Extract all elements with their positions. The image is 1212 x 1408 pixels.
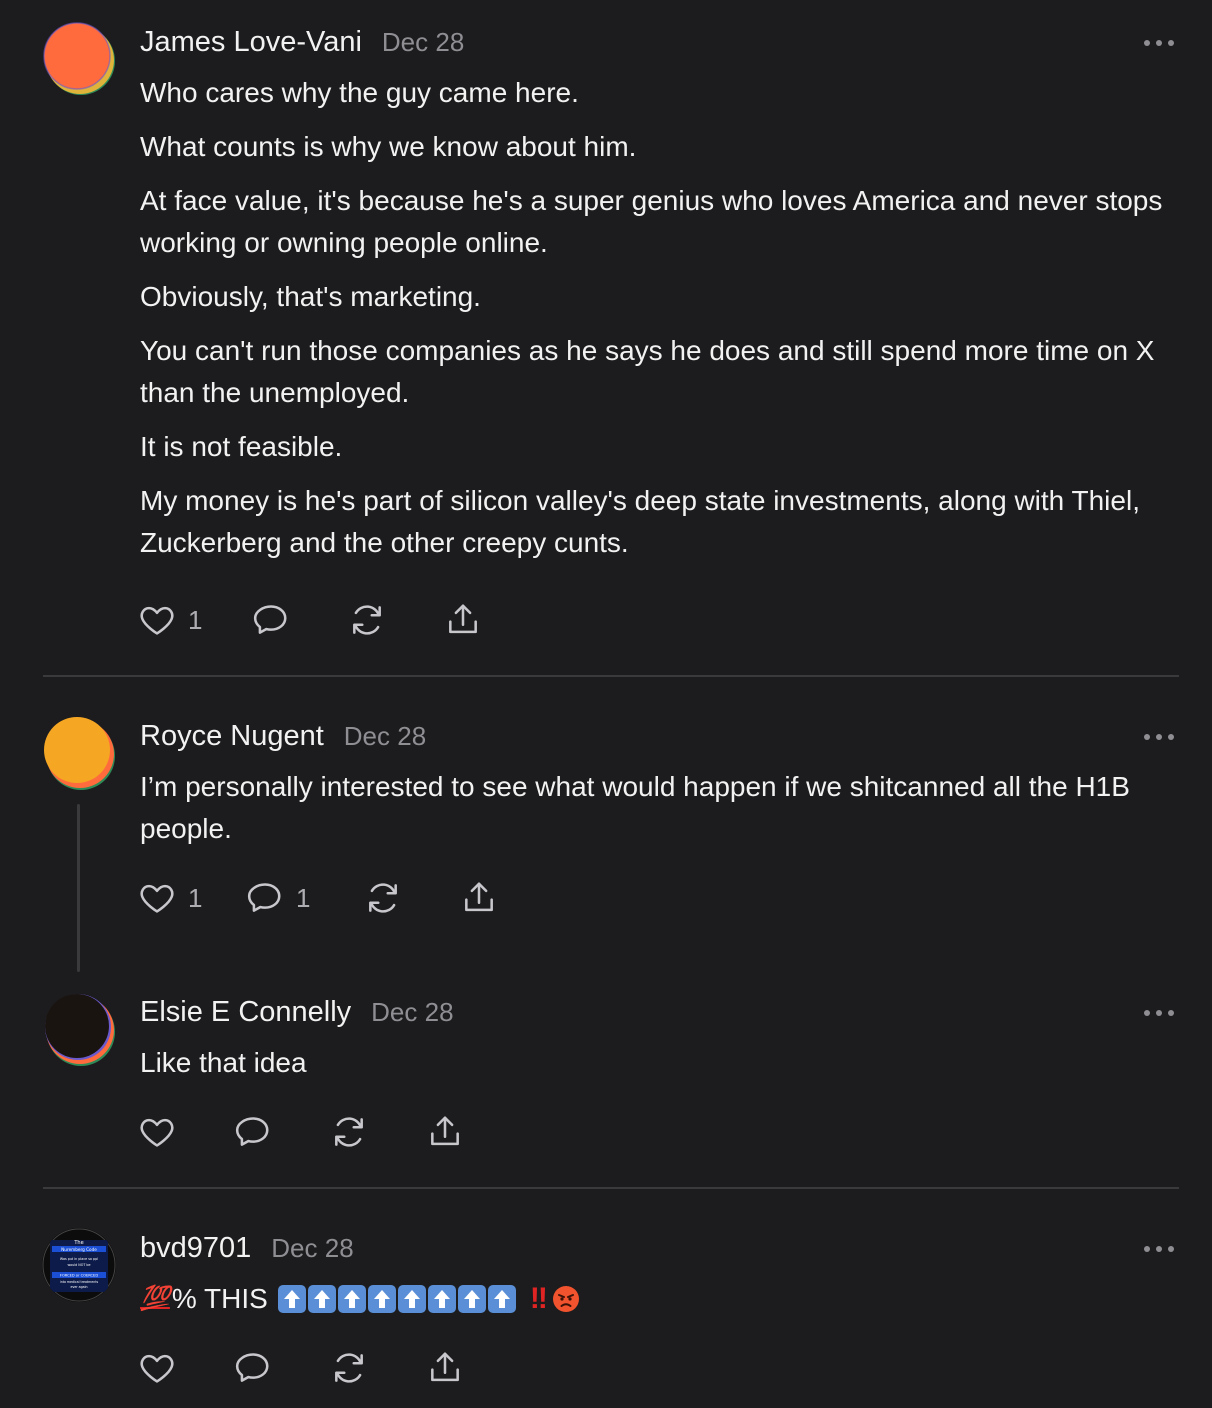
comment-header: bvd9701 Dec 28 <box>140 1232 354 1272</box>
avatar-text: into medical treatments <box>60 1280 99 1284</box>
heart-icon <box>140 606 174 635</box>
more-dots-icon <box>1144 1010 1150 1016</box>
avatar-text: would NOT be <box>67 1263 90 1267</box>
restack-button[interactable] <box>364 878 402 918</box>
comment-paragraph: Obviously, that's marketing. <box>140 281 481 312</box>
more-options-button[interactable] <box>1144 730 1174 744</box>
up-arrow-icon <box>427 1285 456 1313</box>
author-name[interactable]: Elsie E Connelly <box>140 996 351 1029</box>
more-dots-icon <box>1144 1246 1150 1252</box>
divider <box>43 675 1179 677</box>
comment-paragraph: 💯 % THIS !! <box>140 1278 1185 1320</box>
up-arrow-icon <box>487 1285 516 1313</box>
comment-bubble-icon <box>247 883 281 912</box>
share-button[interactable] <box>444 600 482 640</box>
share-upload-icon <box>465 882 493 912</box>
comment-body: 💯 % THIS !! <box>140 1278 1185 1320</box>
like-count: 1 <box>188 882 203 913</box>
restack-arrows-icon <box>335 1353 363 1383</box>
author-name[interactable]: bvd9701 <box>140 1232 251 1265</box>
like-button[interactable]: 1 <box>138 878 202 918</box>
comment-date[interactable]: Dec 28 <box>344 721 426 752</box>
angry-face-icon <box>552 1285 580 1313</box>
restack-arrows-icon <box>353 605 381 635</box>
avatar[interactable] <box>42 22 116 96</box>
up-arrow-icon <box>457 1285 486 1313</box>
comment-body: Like that idea <box>140 1042 1185 1096</box>
more-options-button[interactable] <box>1144 1242 1174 1256</box>
thread-line <box>77 804 80 972</box>
comment-paragraph: I’m personally interested to see what wo… <box>140 771 1130 844</box>
comment-date[interactable]: Dec 28 <box>271 1233 353 1264</box>
more-dots-icon <box>1144 40 1150 46</box>
comment-paragraph: At face value, it's because he's a super… <box>140 185 1163 258</box>
up-arrow-icon <box>307 1285 336 1313</box>
avatar-text: ever again <box>71 1285 88 1289</box>
like-count: 1 <box>188 604 203 635</box>
heart-icon <box>140 1118 174 1147</box>
comment-paragraph: Like that idea <box>140 1047 307 1078</box>
avatar-text: The <box>73 1240 83 1246</box>
comment-body: I’m personally interested to see what wo… <box>140 766 1185 862</box>
more-options-button[interactable] <box>1144 1006 1174 1020</box>
comment-date[interactable]: Dec 28 <box>371 997 453 1028</box>
author-name[interactable]: James Love-Vani <box>140 26 362 59</box>
comment-header: James Love-Vani Dec 28 <box>140 26 464 66</box>
share-upload-icon <box>431 1116 459 1146</box>
comment-text: % THIS <box>171 1283 268 1314</box>
heart-icon <box>140 1354 174 1383</box>
share-button[interactable] <box>426 1348 464 1388</box>
comment-paragraph: What counts is why we know about him. <box>140 131 637 162</box>
comment-bubble-icon <box>253 605 287 634</box>
share-button[interactable] <box>460 878 498 918</box>
like-button[interactable] <box>138 1112 176 1152</box>
comment-paragraph: It is not feasible. <box>140 431 343 462</box>
share-upload-icon <box>431 1352 459 1382</box>
restack-button[interactable] <box>330 1112 368 1152</box>
reply-button[interactable]: 1 <box>246 878 310 918</box>
up-arrow-icon <box>337 1285 366 1313</box>
comment-bubble-icon <box>235 1117 269 1146</box>
restack-arrows-icon <box>335 1117 363 1147</box>
comment-paragraph: Who cares why the guy came here. <box>140 77 579 108</box>
more-dots-icon <box>1144 734 1150 740</box>
reply-button[interactable] <box>234 1348 272 1388</box>
avatar-text: Nuremberg Code <box>61 1247 97 1252</box>
more-options-button[interactable] <box>1144 36 1174 50</box>
reply-button[interactable] <box>234 1112 272 1152</box>
restack-arrows-icon <box>369 883 397 913</box>
restack-button[interactable] <box>348 600 386 640</box>
like-button[interactable]: 1 <box>138 600 202 640</box>
up-arrow-icon <box>277 1285 306 1313</box>
avatar[interactable]: The Nuremberg Code Was put in place so p… <box>42 1228 116 1302</box>
comment-paragraph: My money is he's part of silicon valley'… <box>140 485 1140 558</box>
comment-header: Elsie E Connelly Dec 28 <box>140 996 454 1036</box>
comment-bubble-icon <box>235 1353 269 1382</box>
avatar-text: FORCED or COERCED <box>60 1274 98 1278</box>
comment-body: Who cares why the guy came here. What co… <box>140 72 1185 576</box>
reply-button[interactable] <box>252 600 290 640</box>
like-button[interactable] <box>138 1348 176 1388</box>
comment-date[interactable]: Dec 28 <box>382 27 464 58</box>
restack-button[interactable] <box>330 1348 368 1388</box>
share-button[interactable] <box>426 1112 464 1152</box>
reply-count: 1 <box>296 882 311 913</box>
comment-header: Royce Nugent Dec 28 <box>140 720 426 760</box>
avatar-text: Was put in place so ppl <box>60 1257 98 1261</box>
heart-icon <box>140 884 174 913</box>
up-arrow-icon <box>397 1285 426 1313</box>
avatar[interactable] <box>42 716 116 790</box>
up-arrow-icon <box>367 1285 396 1313</box>
share-upload-icon <box>449 604 477 634</box>
double-exclamation-icon: !! <box>529 1282 548 1315</box>
comment-paragraph: You can't run those companies as he says… <box>140 335 1155 408</box>
author-name[interactable]: Royce Nugent <box>140 720 324 753</box>
hundred-points-icon: 💯 <box>140 1285 170 1312</box>
divider <box>43 1187 1179 1189</box>
avatar[interactable] <box>42 992 116 1066</box>
